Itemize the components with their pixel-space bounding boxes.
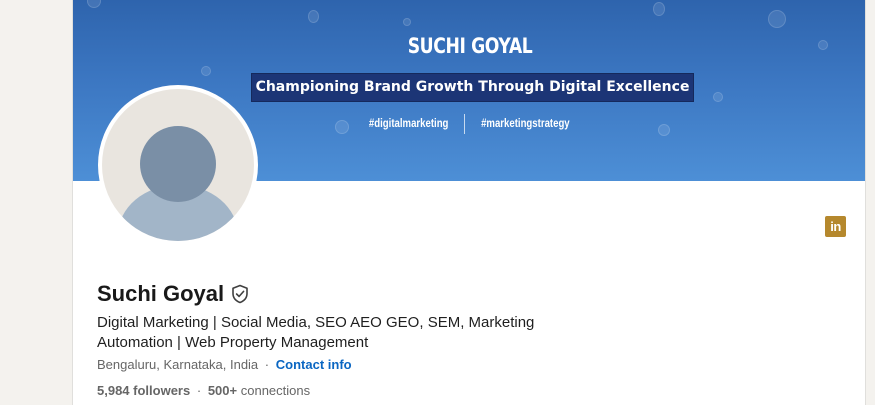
profile-card: SUCHI GOYAL Championing Brand Growth Thr… [72, 0, 866, 405]
raindrop-decoration [308, 10, 319, 23]
separator-dot: · [196, 383, 202, 398]
name-row: Suchi Goyal [97, 281, 249, 307]
banner-tagline: Championing Brand Growth Through Digital… [255, 79, 690, 95]
hashtag: #digitalmarketing [369, 116, 449, 131]
raindrop-decoration [201, 66, 211, 76]
hashtag-divider [463, 114, 465, 134]
connections-count[interactable]: 500+ [208, 383, 237, 398]
contact-info-link[interactable]: Contact info [276, 357, 352, 372]
raindrop-decoration [818, 40, 828, 50]
avatar[interactable] [98, 85, 258, 245]
profile-stats: 5,984 followers · 500+ connections [97, 383, 310, 398]
avatar-placeholder [102, 89, 254, 241]
separator-dot: · [264, 357, 270, 372]
raindrop-decoration [713, 92, 723, 102]
connections-label: connections [240, 383, 311, 398]
raindrop-decoration [403, 18, 411, 26]
followers-count[interactable]: 5,984 followers [97, 383, 190, 398]
raindrop-decoration [768, 10, 786, 28]
banner-tagline-box: Championing Brand Growth Through Digital… [251, 73, 694, 102]
profile-name: Suchi Goyal [97, 281, 225, 306]
raindrop-decoration [87, 0, 101, 8]
profile-headline: Digital Marketing | Social Media, SEO AE… [97, 314, 535, 351]
raindrop-decoration [653, 2, 665, 16]
banner-title: SUCHI GOYAL [407, 34, 533, 58]
profile-location: Bengaluru, Karnataka, India [97, 357, 259, 372]
location-row: Bengaluru, Karnataka, India · Contact in… [97, 357, 352, 372]
linkedin-icon[interactable]: in [825, 216, 846, 237]
hashtag: #marketingstrategy [481, 116, 570, 131]
shield-check-icon[interactable] [231, 284, 249, 304]
avatar-head-shape [140, 126, 216, 202]
